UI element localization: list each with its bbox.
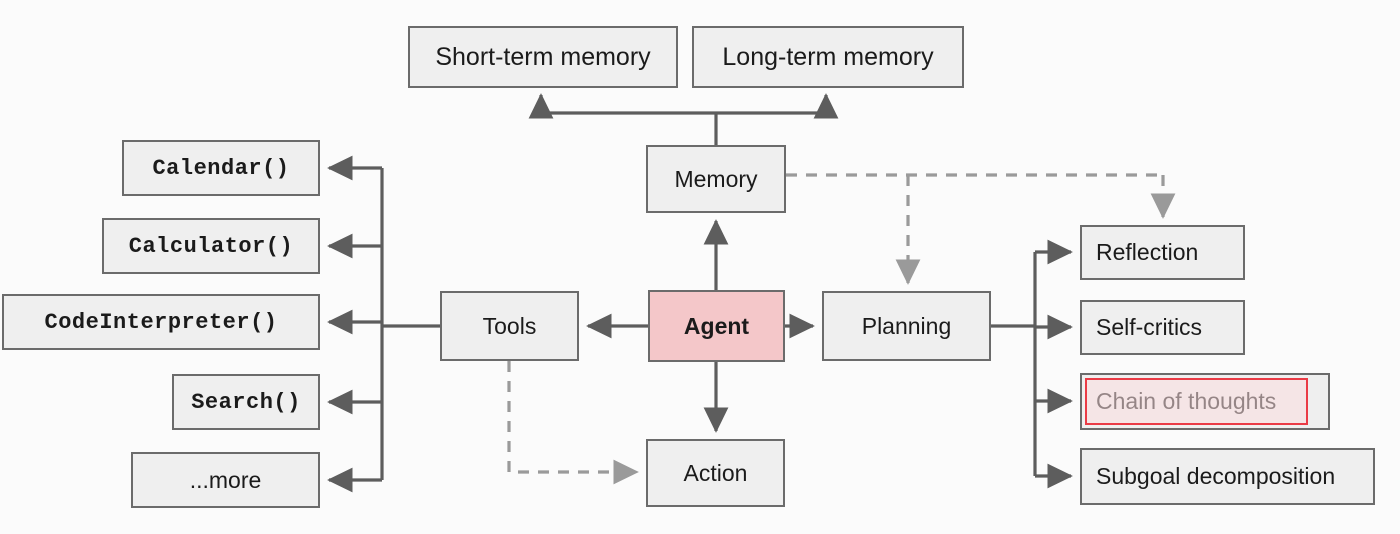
node-label: Chain of thoughts — [1096, 388, 1277, 414]
node-label: Short-term memory — [435, 42, 651, 71]
node-more-tools[interactable]: ...more — [131, 452, 320, 508]
node-long-term-memory[interactable]: Long-term memory — [692, 26, 964, 88]
wire-memory-to-short-term — [528, 93, 716, 119]
node-label: ...more — [189, 466, 262, 493]
node-label: Self-critics — [1096, 314, 1203, 340]
node-code-interpreter-tool[interactable]: CodeInterpreter() — [2, 294, 320, 350]
node-short-term-memory[interactable]: Short-term memory — [408, 26, 678, 88]
node-label: CodeInterpreter() — [44, 309, 278, 335]
node-self-critics[interactable]: Self-critics — [1080, 300, 1245, 355]
node-label: Tools — [482, 312, 537, 339]
node-memory[interactable]: Memory — [646, 145, 786, 213]
node-calculator-tool[interactable]: Calculator() — [102, 218, 320, 274]
node-subgoal-decomposition[interactable]: Subgoal decomposition — [1080, 448, 1375, 505]
node-label: Long-term memory — [722, 42, 934, 71]
wire-memory-to-long-term — [716, 93, 839, 119]
node-label: Agent — [683, 312, 750, 339]
node-label: Memory — [674, 165, 758, 192]
agent-architecture-diagram: Short-term memory Long-term memory Memor… — [0, 0, 1400, 534]
node-chain-of-thoughts[interactable]: Chain of thoughts — [1080, 373, 1330, 430]
node-label: Reflection — [1096, 239, 1199, 265]
node-tools[interactable]: Tools — [440, 291, 579, 361]
node-action[interactable]: Action — [646, 439, 785, 507]
node-calendar-tool[interactable]: Calendar() — [122, 140, 320, 196]
node-label: Search() — [191, 389, 301, 415]
node-label: Subgoal decomposition — [1096, 463, 1336, 489]
node-search-tool[interactable]: Search() — [172, 374, 320, 430]
node-label: Planning — [861, 312, 952, 339]
node-label: Calendar() — [152, 155, 290, 181]
node-planning[interactable]: Planning — [822, 291, 991, 361]
node-label: Calculator() — [128, 233, 294, 259]
node-agent[interactable]: Agent — [648, 290, 785, 362]
node-label: Action — [683, 459, 748, 486]
node-reflection[interactable]: Reflection — [1080, 225, 1245, 280]
wire-tools-dashed-to-action — [507, 361, 639, 485]
